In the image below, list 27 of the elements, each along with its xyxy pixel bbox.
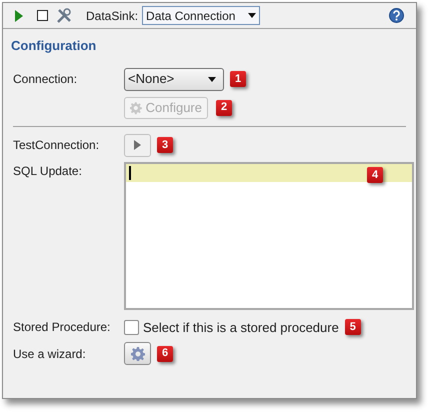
datasink-label: DataSink: — [86, 8, 138, 24]
field-label: Stored Procedure: — [13, 319, 112, 336]
checkbox-label[interactable]: Select if this is a stored procedure — [143, 318, 339, 337]
play-icon[interactable] — [15, 10, 23, 22]
field-label: Use a wizard: — [13, 346, 87, 362]
callout-badge: 4 — [367, 166, 383, 183]
callout-badge: 6 — [157, 346, 173, 362]
gear-icon — [130, 346, 144, 360]
stop-icon[interactable] — [37, 10, 48, 21]
wizard-button[interactable] — [124, 342, 151, 365]
sql-editor[interactable] — [124, 162, 414, 310]
callout-badge: 5 — [344, 319, 361, 336]
field-label: SQL Update: — [13, 162, 83, 180]
callout-badge: 2 — [216, 100, 232, 116]
play-icon — [134, 140, 141, 150]
callout-badge: 3 — [157, 137, 173, 153]
callout-badge: 1 — [230, 71, 246, 87]
connection-dropdown[interactable]: <None> — [124, 68, 224, 90]
gear-icon — [130, 100, 142, 114]
run-test-button[interactable] — [124, 134, 151, 156]
datasink-dropdown[interactable]: Data Connection — [142, 6, 260, 25]
checkbox[interactable] — [124, 320, 139, 335]
help-icon[interactable] — [389, 8, 404, 23]
field-label: Connection: — [13, 71, 78, 88]
tools-icon[interactable] — [56, 8, 72, 24]
section-title: Configuration — [11, 37, 98, 55]
field-label: TestConnection: — [13, 137, 100, 154]
